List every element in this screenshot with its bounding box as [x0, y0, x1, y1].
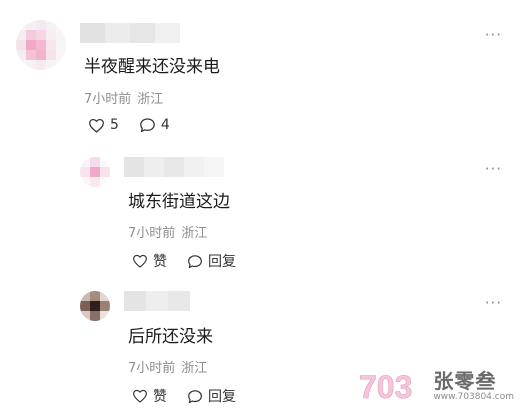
heart-outline-icon [89, 118, 104, 133]
username[interactable] [124, 291, 190, 311]
reply-actions: 赞 回复 [132, 251, 256, 271]
heart-outline-icon [133, 254, 147, 268]
like-button[interactable]: 赞 [132, 251, 167, 271]
reply-label: 回复 [208, 254, 236, 270]
reply-button[interactable]: 回复 [187, 386, 236, 406]
location: 浙江 [137, 92, 164, 107]
speech-bubble-icon [188, 389, 202, 403]
logo-text: 703 [359, 369, 412, 405]
location: 浙江 [181, 226, 208, 241]
heart-outline-icon [133, 389, 147, 403]
reply-button[interactable]: 回复 [187, 251, 236, 271]
avatar[interactable] [16, 20, 66, 70]
more-options-icon[interactable]: ··· [485, 162, 502, 177]
timestamp: 7小时前 [84, 92, 132, 107]
reply-actions: 赞 回复 [132, 386, 256, 406]
speech-bubble-icon [140, 118, 155, 133]
like-count: 5 [110, 117, 119, 133]
timestamp: 7小时前 [128, 361, 176, 376]
watermark-brand: 张零叁 [433, 368, 497, 393]
avatar[interactable] [80, 157, 110, 187]
username[interactable] [124, 157, 224, 177]
like-button[interactable]: 5 [88, 117, 119, 133]
timestamp: 7小时前 [128, 226, 176, 241]
more-options-icon[interactable]: ··· [485, 296, 502, 311]
comment-actions: 5 4 [88, 117, 190, 133]
like-label: 赞 [153, 389, 167, 405]
watermark-text: 张零叁 www.703804.com [433, 371, 514, 402]
reply-label: 回复 [208, 389, 236, 405]
reply-text: 城东街道这边 [128, 192, 230, 212]
speech-bubble-icon [188, 254, 202, 268]
reply-count: 4 [160, 117, 170, 133]
like-label: 赞 [153, 254, 167, 270]
reply-meta: 7小时前 浙江 [128, 222, 207, 241]
watermark: 703 张零叁 www.703804.com [357, 367, 514, 405]
reply-text: 后所还没来 [128, 327, 213, 347]
watermark-url: www.703804.com [433, 391, 514, 402]
location: 浙江 [181, 361, 208, 376]
username[interactable] [80, 23, 180, 43]
comment-meta: 7小时前 浙江 [84, 88, 163, 107]
brand-logo-icon: 703 [359, 369, 413, 405]
reply-meta: 7小时前 浙江 [128, 357, 207, 376]
comment-text: 半夜醒来还没来电 [84, 57, 220, 77]
comment-thread: ··· 半夜醒来还没来电 7小时前 浙江 5 4 ··· 城东街道这边 7小时前浙… [0, 0, 524, 411]
more-options-icon[interactable]: ··· [485, 28, 502, 43]
like-button[interactable]: 赞 [132, 386, 167, 406]
reply-button[interactable]: 4 [139, 117, 170, 133]
avatar[interactable] [80, 291, 110, 321]
